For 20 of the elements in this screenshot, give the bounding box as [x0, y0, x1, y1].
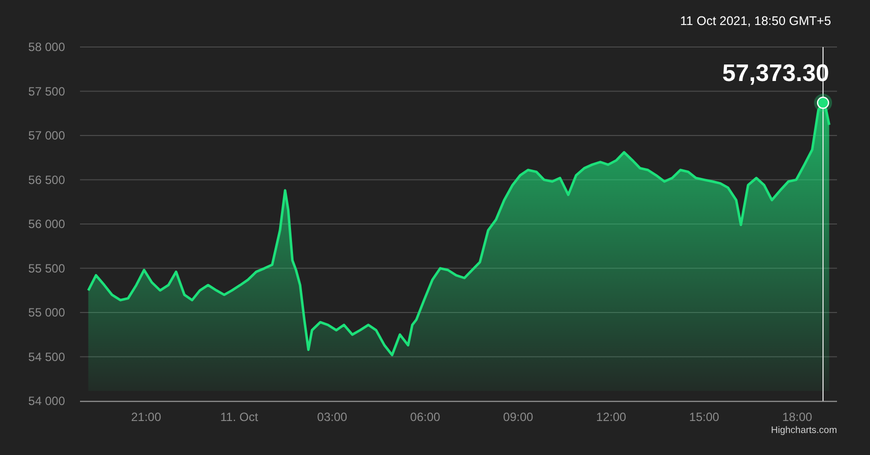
x-axis-label: 21:00: [131, 410, 162, 424]
x-axis-label: 03:00: [317, 410, 348, 424]
y-axis-label: 57 500: [28, 84, 65, 98]
y-axis-label: 58 000: [28, 40, 65, 54]
x-axis-label: 12:00: [596, 410, 626, 424]
x-axis-label: 06:00: [410, 410, 440, 424]
x-axis-label: 18:00: [782, 410, 812, 424]
hover-marker: [814, 94, 832, 112]
tooltip-date: 11 Oct 2021, 18:50 GMT+5: [680, 14, 832, 28]
y-axis-label: 54 500: [28, 350, 65, 364]
x-axis-label: 09:00: [503, 410, 534, 424]
y-axis-label: 57 000: [28, 128, 65, 142]
y-axis-label: 55 500: [28, 261, 65, 276]
x-axis-label: 15:00: [689, 410, 720, 424]
y-axis-label: 55 000: [28, 306, 65, 320]
y-axis-label: 56 500: [28, 172, 65, 187]
credits-link[interactable]: Highcharts.com: [771, 425, 837, 436]
y-axis-label: 54 000: [28, 394, 65, 408]
x-axis-label: 11. Oct: [220, 410, 258, 424]
y-axis-label: 56 000: [28, 217, 65, 231]
